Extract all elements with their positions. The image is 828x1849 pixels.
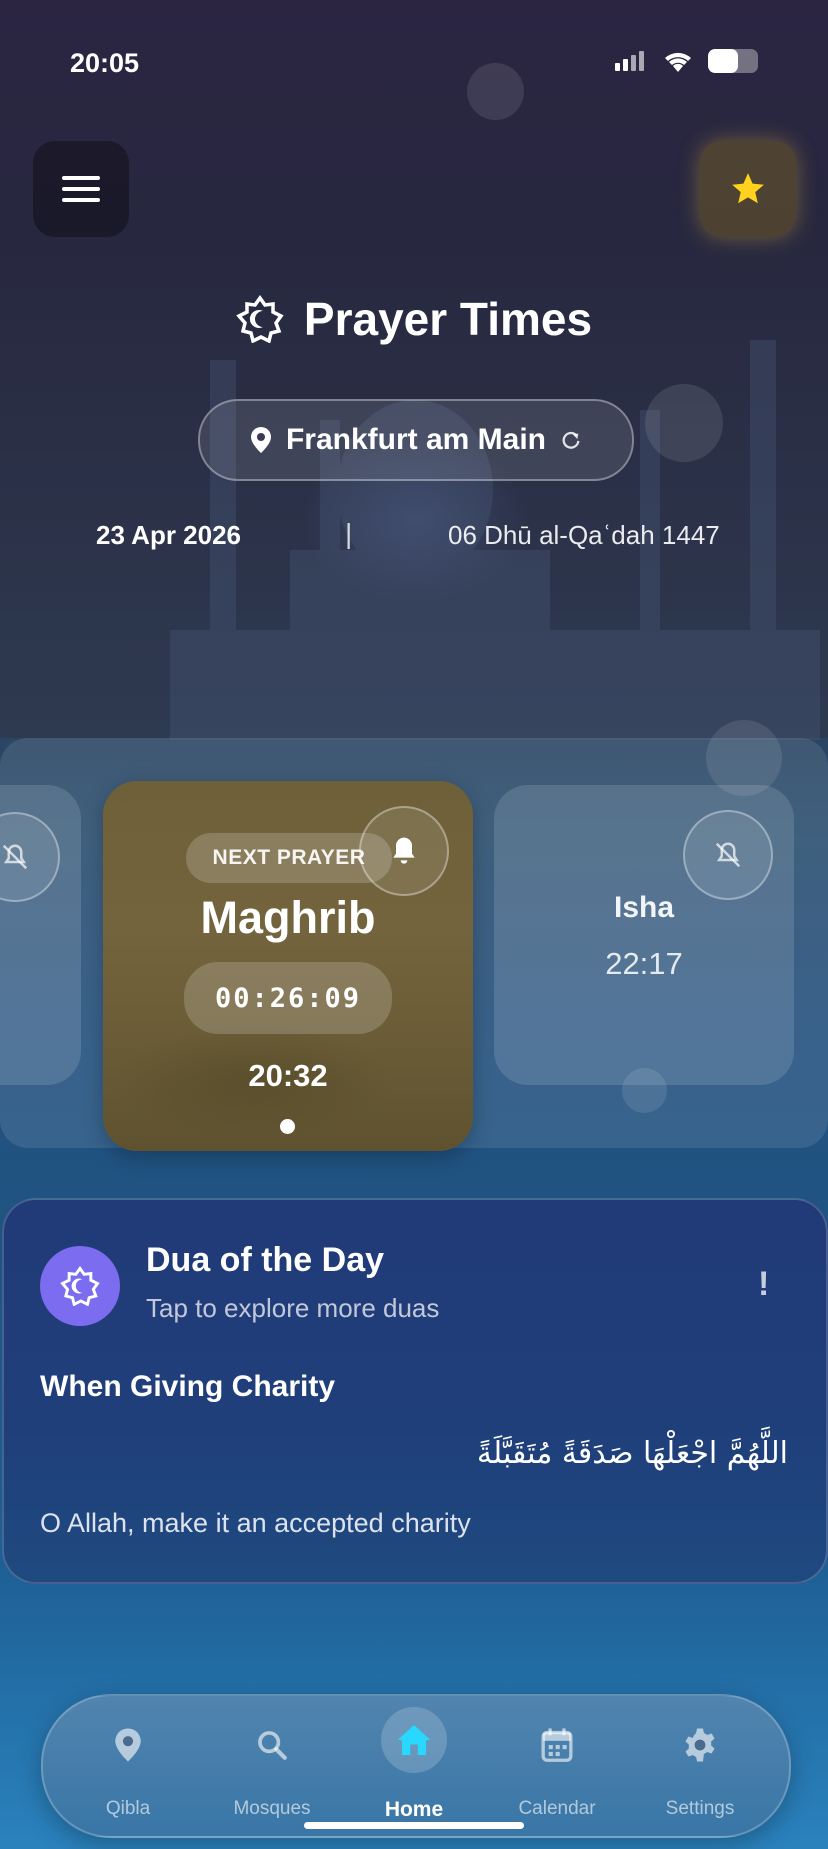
bell-off-icon xyxy=(715,842,741,868)
decorative-bubble xyxy=(645,384,723,462)
notification-toggle-isha[interactable] xyxy=(683,810,773,900)
favorites-button[interactable] xyxy=(700,141,796,237)
decorative-bubble xyxy=(622,1068,667,1113)
isha-prayer-time: 22:17 xyxy=(605,946,683,981)
crescent-star-icon xyxy=(236,295,284,343)
decorative-bubble xyxy=(467,63,524,120)
bell-off-icon xyxy=(2,844,28,870)
crescent-star-icon xyxy=(60,1266,100,1306)
dua-title: Dua of the Day xyxy=(146,1241,385,1279)
dua-subtitle[interactable]: Tap to explore more duas xyxy=(146,1293,439,1324)
gregorian-date: 23 Apr 2026 xyxy=(96,520,242,550)
home-indicator xyxy=(304,1822,524,1829)
location-name: Frankfurt am Main xyxy=(285,423,547,456)
date-separator: | xyxy=(345,518,353,549)
dua-info-icon[interactable]: ! xyxy=(758,1265,769,1304)
carousel-page-indicator xyxy=(280,1119,295,1134)
page-title-row: Prayer Times xyxy=(0,292,828,346)
calendar-icon xyxy=(541,1728,573,1762)
battery-icon xyxy=(708,49,758,73)
location-pin-icon xyxy=(250,427,271,453)
nav-label: Qibla xyxy=(105,1798,151,1819)
page-title: Prayer Times xyxy=(303,293,593,345)
next-prayer-time: 20:32 xyxy=(248,1058,328,1093)
nav-label: Mosques xyxy=(233,1798,311,1819)
bell-icon xyxy=(393,837,415,864)
home-icon xyxy=(397,1725,431,1755)
nav-item-qibla[interactable]: Qibla xyxy=(63,1722,193,1820)
nav-label: Home xyxy=(384,1798,444,1821)
search-icon xyxy=(258,1731,287,1760)
nav-label: Settings xyxy=(665,1798,735,1819)
location-pin-icon xyxy=(115,1728,141,1762)
next-prayer-badge: NEXT PRAYER xyxy=(186,833,392,883)
hamburger-menu-icon xyxy=(62,176,100,202)
hijri-date: 06 Dhū al-Qaʿdah 1447 xyxy=(448,520,720,550)
isha-prayer-name: Isha xyxy=(613,891,675,924)
location-selector[interactable]: Frankfurt am Main xyxy=(198,399,634,481)
menu-button[interactable] xyxy=(33,141,129,237)
nav-item-home[interactable]: Home xyxy=(349,1707,479,1822)
status-time: 20:05 xyxy=(70,48,140,78)
nav-item-mosques[interactable]: Mosques xyxy=(207,1722,337,1820)
nav-item-calendar[interactable]: Calendar xyxy=(492,1722,622,1820)
dua-translation: O Allah, make it an accepted charity xyxy=(40,1508,471,1538)
refresh-icon[interactable] xyxy=(560,429,582,451)
star-icon xyxy=(732,173,764,204)
status-icons xyxy=(614,48,758,74)
dua-icon xyxy=(40,1246,120,1326)
countdown-timer: 00:26:09 xyxy=(184,962,392,1034)
gear-icon xyxy=(685,1728,715,1762)
next-prayer-name: Maghrib xyxy=(200,892,376,943)
dua-heading: When Giving Charity xyxy=(40,1370,336,1403)
nav-label: Calendar xyxy=(518,1798,596,1819)
nav-item-settings[interactable]: Settings xyxy=(635,1722,765,1820)
signal-icon xyxy=(615,51,644,71)
dua-arabic-text: اللَّهُمَّ اجْعَلْهَا صَدَقَةً مُتَقَبَّ… xyxy=(476,1436,788,1471)
wifi-icon xyxy=(665,52,691,72)
